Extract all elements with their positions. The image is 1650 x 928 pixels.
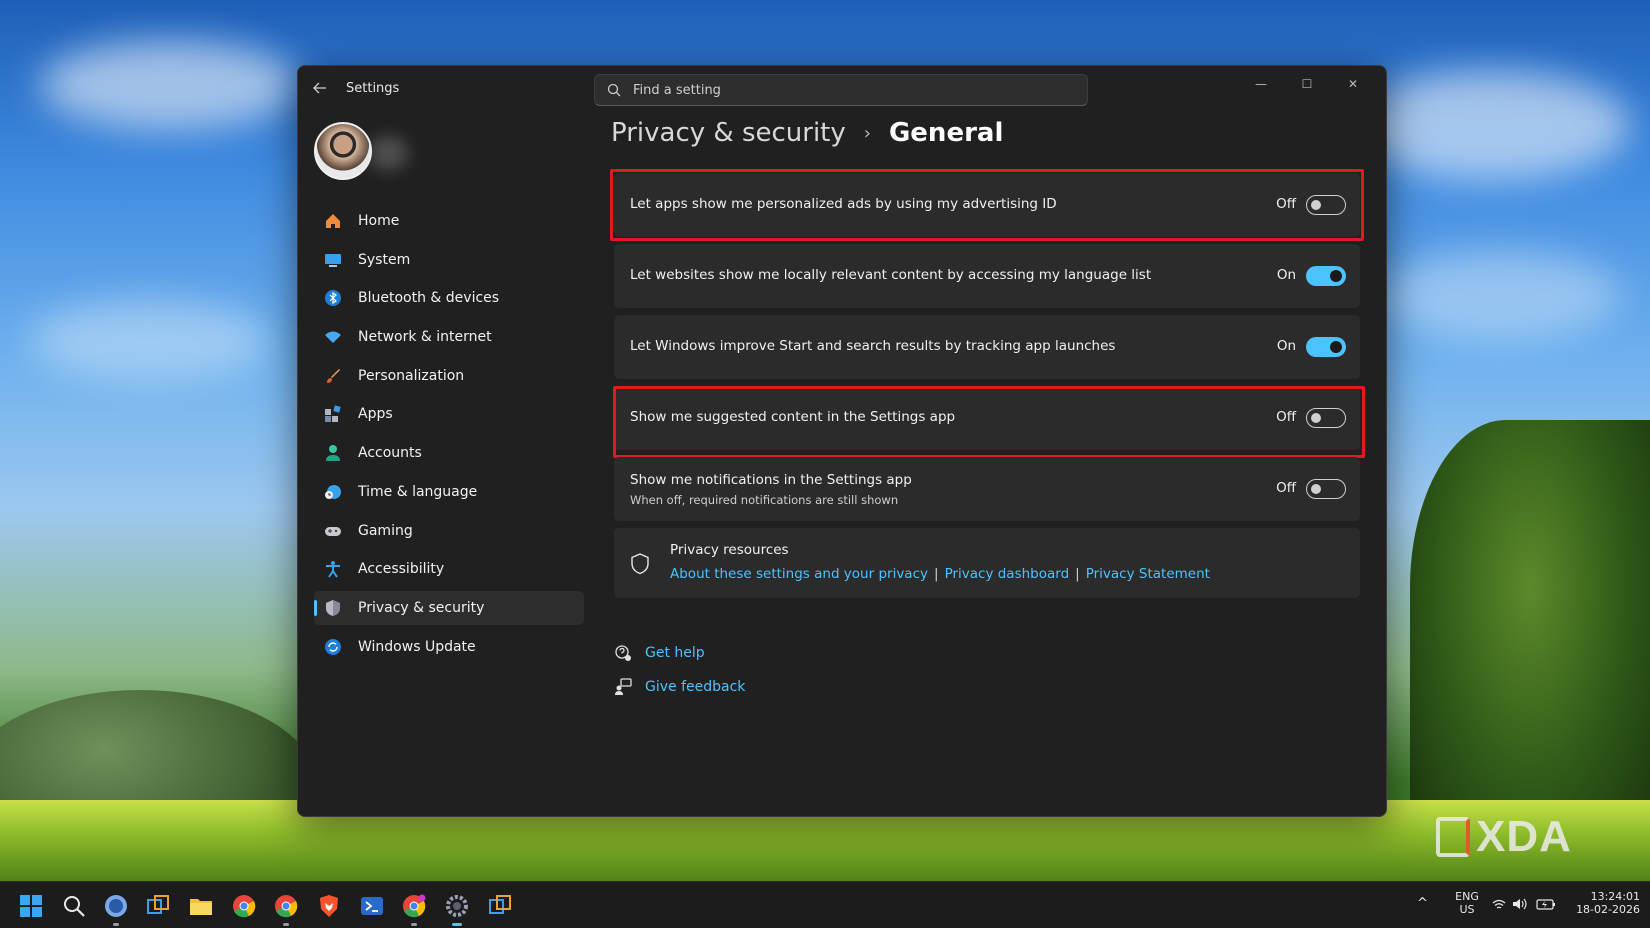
- give-feedback-link[interactable]: Give feedback: [645, 679, 745, 695]
- terminal-icon[interactable]: [360, 894, 384, 918]
- settings-gear-icon[interactable]: [445, 894, 469, 918]
- tray-overflow-chevron-icon[interactable]: ^: [1417, 896, 1428, 911]
- language-list-toggle[interactable]: [1306, 266, 1346, 286]
- get-help-link[interactable]: Get help: [645, 645, 705, 661]
- sidebar-item-accounts[interactable]: Accounts: [314, 436, 584, 470]
- blurred-user-name: [368, 136, 408, 170]
- toggle-state-text: On: [1276, 338, 1296, 354]
- qbittorrent-icon[interactable]: [104, 894, 128, 918]
- link-separator: |: [1075, 566, 1080, 582]
- get-help-icon: [615, 645, 631, 661]
- sidebar-item-gaming[interactable]: Gaming: [314, 514, 584, 548]
- sidebar-item-windows-update[interactable]: Windows Update: [314, 630, 584, 664]
- xda-logo-icon: [1436, 817, 1470, 857]
- task-view-icon[interactable]: [146, 894, 170, 918]
- app-launch-tracking-toggle[interactable]: [1306, 337, 1346, 357]
- setting-label: Let Windows improve Start and search res…: [630, 338, 1116, 354]
- privacy-statement-link[interactable]: Privacy Statement: [1086, 566, 1210, 582]
- bluetooth-icon: [325, 290, 341, 307]
- toggle-state-text: Off: [1276, 480, 1296, 496]
- sidebar-item-bluetooth[interactable]: Bluetooth & devices: [314, 281, 584, 315]
- sidebar-item-home[interactable]: Home: [314, 204, 584, 238]
- home-icon: [326, 214, 340, 228]
- title-bar: Settings — ☐ ✕: [298, 66, 1386, 110]
- toggle-state-text: Off: [1276, 409, 1296, 425]
- setting-advertising-id: Let apps show me personalized ads by usi…: [614, 173, 1360, 237]
- setting-language-list: Let websites show me locally relevant co…: [614, 244, 1360, 308]
- app-title: Settings: [346, 81, 400, 96]
- sidebar-nav: Home System Bluetooth & devices Network …: [314, 204, 584, 668]
- apps-icon: [325, 405, 341, 423]
- brush-icon: [327, 368, 340, 383]
- maximize-button[interactable]: ☐: [1284, 72, 1330, 96]
- volume-icon[interactable]: [1512, 897, 1528, 911]
- settings-window: Settings — ☐ ✕ Home System Bluetooth & d…: [297, 65, 1387, 817]
- sidebar-item-time-language[interactable]: Time & language: [314, 475, 584, 509]
- setting-label: Show me suggested content in the Setting…: [630, 409, 956, 425]
- privacy-resources-card: Privacy resources About these settings a…: [614, 528, 1360, 598]
- toggle-state-text: On: [1276, 267, 1296, 283]
- breadcrumb-parent[interactable]: Privacy & security: [611, 118, 846, 148]
- search-taskbar-icon[interactable]: [62, 894, 86, 918]
- file-explorer-icon[interactable]: [189, 894, 213, 918]
- chrome-canary-icon[interactable]: [402, 894, 426, 918]
- page-title: General: [888, 118, 1004, 148]
- update-icon: [325, 638, 341, 655]
- sidebar-item-apps[interactable]: Apps: [314, 397, 584, 431]
- sidebar-item-system[interactable]: System: [314, 243, 584, 277]
- xda-watermark: XDA: [1436, 812, 1572, 862]
- setting-label: Show me notifications in the Settings ap…: [630, 472, 912, 488]
- sidebar-item-privacy-security[interactable]: Privacy & security: [314, 590, 584, 625]
- start-windows-icon[interactable]: [19, 894, 43, 918]
- link-separator: |: [934, 566, 939, 582]
- accounts-icon: [326, 445, 340, 462]
- setting-label: Let websites show me locally relevant co…: [630, 267, 1152, 283]
- search-box[interactable]: [594, 74, 1088, 106]
- sidebar-item-personalization[interactable]: Personalization: [314, 359, 584, 393]
- search-input[interactable]: [633, 75, 1073, 105]
- search-icon: [607, 83, 621, 97]
- system-icon: [325, 253, 341, 267]
- toggle-state-text: Off: [1276, 196, 1296, 212]
- shield-icon: [326, 599, 340, 616]
- breadcrumb-separator-icon: ›: [863, 122, 871, 144]
- close-button[interactable]: ✕: [1330, 72, 1376, 96]
- setting-description: When off, required notifications are sti…: [630, 493, 899, 507]
- battery-charging-icon[interactable]: [1536, 897, 1556, 911]
- advertising-id-toggle[interactable]: [1306, 195, 1346, 215]
- sidebar-item-network[interactable]: Network & internet: [314, 320, 584, 354]
- accessibility-icon: [326, 561, 340, 578]
- minimize-button[interactable]: —: [1238, 72, 1284, 96]
- shield-outline-icon: [631, 553, 649, 575]
- chrome-icon[interactable]: [232, 894, 256, 918]
- about-settings-link[interactable]: About these settings and your privacy: [670, 566, 928, 582]
- setting-app-launch-tracking: Let Windows improve Start and search res…: [614, 315, 1360, 379]
- give-feedback-icon: [615, 678, 632, 695]
- snipping-tool-icon[interactable]: [488, 894, 512, 918]
- back-button[interactable]: [312, 80, 328, 96]
- privacy-resources-links: About these settings and your privacy | …: [670, 566, 1210, 582]
- language-indicator[interactable]: ENG US: [1450, 890, 1484, 916]
- clock[interactable]: 13:24:01 18-02-2026: [1570, 890, 1640, 916]
- taskbar: ^ ENG US 13:24:01 18-02-2026: [0, 881, 1650, 928]
- setting-label: Let apps show me personalized ads by usi…: [630, 196, 1057, 212]
- clock-globe-icon: [325, 484, 341, 499]
- back-arrow-icon: [313, 82, 326, 94]
- user-avatar[interactable]: [314, 122, 372, 180]
- suggested-content-toggle[interactable]: [1306, 408, 1346, 428]
- gamepad-icon: [325, 526, 341, 536]
- privacy-resources-title: Privacy resources: [670, 542, 789, 558]
- sidebar-item-accessibility[interactable]: Accessibility: [314, 552, 584, 586]
- notifications-toggle[interactable]: [1306, 479, 1346, 499]
- chrome-profile-icon[interactable]: [274, 894, 298, 918]
- breadcrumb: Privacy & security › General: [611, 118, 1003, 148]
- setting-suggested-content: Show me suggested content in the Setting…: [614, 386, 1360, 450]
- brave-icon[interactable]: [317, 894, 341, 918]
- wifi-tray-icon[interactable]: [1492, 898, 1506, 910]
- privacy-dashboard-link[interactable]: Privacy dashboard: [945, 566, 1070, 582]
- wifi-icon: [325, 331, 341, 344]
- setting-notifications: Show me notifications in the Settings ap…: [614, 457, 1360, 521]
